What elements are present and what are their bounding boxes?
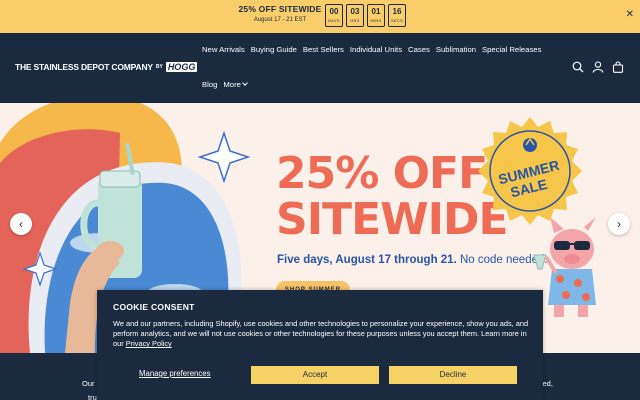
- decline-button[interactable]: Decline: [389, 366, 517, 384]
- nav-more-label: More: [223, 80, 241, 89]
- cookie-consent-text: We and our partners, including Shopify, …: [113, 319, 529, 349]
- hero-subtitle: Five days, August 17 through 21. No code…: [277, 254, 548, 266]
- nav-blog[interactable]: Blog: [202, 80, 217, 89]
- countdown-value: 00: [329, 7, 339, 16]
- logo-text: THE STAINLESS DEPOT COMPANY: [15, 62, 153, 72]
- main-nav-row2: Blog More: [202, 80, 248, 89]
- nav-new-arrivals[interactable]: New Arrivals: [202, 45, 245, 54]
- countdown-label: HRS: [350, 18, 360, 23]
- nav-more[interactable]: More: [223, 80, 248, 89]
- search-icon[interactable]: [572, 61, 584, 73]
- announcement-title: 25% OFF SITEWIDE: [238, 4, 322, 14]
- nav-best-sellers[interactable]: Best Sellers: [303, 45, 344, 54]
- carousel-prev-button[interactable]: ‹: [10, 213, 32, 235]
- nav-buying-guide[interactable]: Buying Guide: [251, 45, 297, 54]
- logo-by: BY: [155, 64, 163, 70]
- announcement-text: 25% OFF SITEWIDE August 17 - 21 EST: [238, 4, 322, 23]
- hero-headline-line1: 25% OFF: [276, 148, 488, 199]
- close-icon[interactable]: ✕: [626, 9, 634, 20]
- account-icon[interactable]: [592, 61, 604, 73]
- privacy-policy-link[interactable]: Privacy Policy: [126, 339, 172, 348]
- intro-text-fragment-2: tru: [88, 393, 97, 400]
- announcement-bar: 25% OFF SITEWIDE August 17 - 21 EST 00 D…: [0, 0, 640, 33]
- cookie-consent-actions: Manage preferences Accept Decline: [97, 366, 543, 384]
- summer-sale-badge: SUMMER SALE: [478, 117, 582, 225]
- countdown-label: DAYS: [328, 18, 340, 23]
- chevron-down-icon: [242, 80, 248, 86]
- hero-headline: 25% OFF SITEWIDE: [276, 148, 509, 245]
- countdown-seconds: 16 SECS: [388, 4, 406, 27]
- countdown-value: 01: [371, 7, 381, 16]
- site-header: THE STAINLESS DEPOT COMPANY BY HOGG New …: [0, 33, 640, 103]
- cookie-consent-dialog: COOKIE CONSENT We and our partners, incl…: [97, 290, 543, 400]
- cookie-consent-body: We and our partners, including Shopify, …: [113, 319, 533, 350]
- announcement-dates: August 17 - 21 EST: [253, 17, 307, 23]
- site-logo[interactable]: THE STAINLESS DEPOT COMPANY BY HOGG: [15, 62, 198, 72]
- logo-brand: HOGG: [165, 62, 198, 72]
- countdown-label: SECS: [390, 18, 404, 23]
- countdown-value: 03: [350, 7, 360, 16]
- manage-preferences-button[interactable]: Manage preferences: [139, 369, 211, 378]
- accept-button[interactable]: Accept: [251, 366, 379, 384]
- countdown-label: MINS: [370, 18, 382, 23]
- carousel-next-button[interactable]: ›: [608, 213, 630, 235]
- cookie-consent-title: COOKIE CONSENT: [113, 302, 195, 312]
- cart-icon[interactable]: [612, 61, 624, 73]
- countdown-value: 16: [392, 7, 402, 16]
- hero-headline-line2: SITEWIDE: [276, 194, 509, 245]
- nav-individual-units[interactable]: Individual Units: [350, 45, 402, 54]
- main-nav: New Arrivals Buying Guide Best Sellers I…: [202, 45, 541, 54]
- hero-subtitle-bold: Five days, August 17 through 21.: [277, 254, 457, 266]
- countdown-timer: 00 DAYS 03 HRS 01 MINS 16 SECS: [325, 4, 406, 27]
- countdown-days: 00 DAYS: [325, 4, 343, 27]
- nav-cases[interactable]: Cases: [408, 45, 430, 54]
- nav-special-releases[interactable]: Special Releases: [482, 45, 541, 54]
- header-icons: [572, 61, 624, 73]
- intro-text-fragment: Our: [82, 379, 95, 388]
- nav-sublimation[interactable]: Sublimation: [436, 45, 476, 54]
- countdown-hours: 03 HRS: [346, 4, 364, 27]
- countdown-minutes: 01 MINS: [367, 4, 385, 27]
